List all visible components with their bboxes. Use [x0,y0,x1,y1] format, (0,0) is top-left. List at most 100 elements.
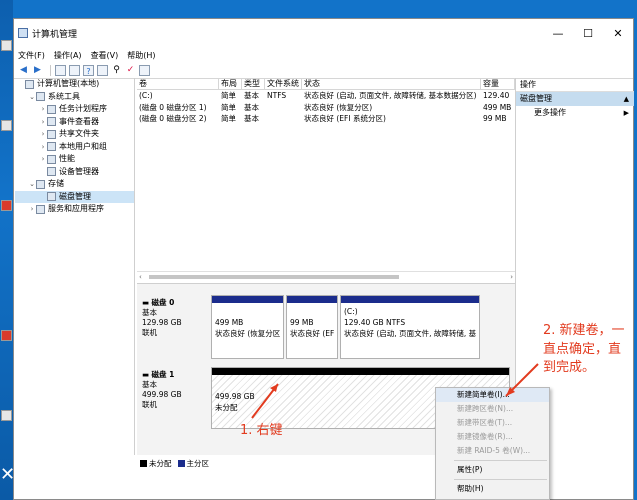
column-header-volume[interactable]: 卷 [137,78,219,89]
menu-help[interactable]: 帮助(H) [127,50,155,61]
disk0-name: 磁盘 0 [151,298,175,307]
help-icon[interactable]: ? [83,65,94,76]
column-header-layout[interactable]: 布局 [219,78,242,89]
annotation-step2-line2: 直点确定，直 [543,342,622,357]
actions-section-label: 磁盘管理 [520,94,552,103]
cell-filesystem [265,113,302,125]
tree-item[interactable]: › 服务和应用程序 [15,203,134,216]
cell-status: 状态良好 (恢复分区) [304,102,373,112]
tree-item[interactable]: 计算机管理(本地) [15,78,134,91]
scrollbar-thumb[interactable] [149,274,399,279]
tree-item[interactable]: › 任务计划程序 [15,103,134,116]
show-tree-icon[interactable] [69,65,80,76]
cell-filesystem: NTFS [267,91,287,100]
back-icon[interactable]: ◀ [18,65,29,76]
tree-node-icon [47,167,56,177]
expand-right-icon[interactable]: › [39,103,47,116]
properties-icon[interactable] [139,65,150,76]
folder-up-icon[interactable] [55,65,66,76]
disk1-name: 磁盘 1 [151,370,175,379]
cell-type: 基本 [244,114,259,123]
tree-item-label: 服务和应用程序 [48,204,104,213]
expand-down-icon[interactable]: ⌄ [28,178,36,191]
expand-right-icon[interactable]: › [39,141,47,154]
forward-icon[interactable]: ▶ [32,65,43,76]
table-row[interactable]: (磁盘 0 磁盘分区 2) 简单 基本 状态良好 (EFI 系统分区) 99 M… [137,113,515,125]
context-menu-item[interactable]: 新建简单卷(I)... [436,388,549,402]
disk0-partition-efi[interactable]: 99 MB 状态良好 (EF [286,295,338,359]
desktop-icon[interactable] [1,410,12,421]
tree-node-icon [47,117,56,127]
desktop-icon[interactable] [1,200,12,211]
tree-item[interactable]: › 共享文件夹 [15,128,134,141]
check-icon[interactable]: ✓ [125,65,136,76]
disk0-label[interactable]: ▬ 磁盘 0 基本 129.98 GB 联机 [142,298,212,338]
tree-item[interactable]: 设备管理器 [15,166,134,179]
expand-right-icon[interactable]: › [39,116,47,129]
cell-capacity: 499 MB [483,102,512,112]
column-header-type[interactable]: 类型 [242,78,265,89]
scroll-right-icon[interactable]: › [510,273,513,281]
collapse-icon[interactable]: ▲ [624,92,629,106]
app-icon [18,28,28,38]
table-row[interactable]: (磁盘 0 磁盘分区 1) 简单 基本 状态良好 (恢复分区) 499 MB [137,102,515,114]
column-header-status[interactable]: 状态 [302,78,481,89]
volume-list: 卷 布局 类型 文件系统 状态 容量 (C:) 简单 基本 NTFS 状态良好 … [137,78,515,271]
disk1-label[interactable]: ▬ 磁盘 1 基本 499.98 GB 联机 [142,370,212,410]
cell-capacity: 99 MB [483,114,507,123]
partition-label: (C:) [344,307,358,316]
cell-volume: (磁盘 0 磁盘分区 2) [139,114,207,123]
tree-item[interactable]: 磁盘管理 [15,190,134,203]
column-header-capacity[interactable]: 容量 [481,78,515,89]
horizontal-scrollbar[interactable]: ‹ › [137,271,515,281]
legend-primary: 主分区 [186,458,210,468]
disk0-type: 基本 [142,308,157,317]
disk0-partition-c[interactable]: (C:) 129.40 GB NTFS 状态良好 (启动, 页面文件, 故障转储… [340,295,480,359]
console-icon[interactable] [97,65,108,76]
menu-view[interactable]: 查看(V) [91,50,119,61]
desktop-icon[interactable] [1,40,12,51]
cell-volume: (C:) [139,91,153,100]
partition-status: 状态良好 (EF [290,329,335,338]
unallocated-bar [212,368,509,375]
tree-item[interactable]: › 本地用户和组 [15,141,134,154]
tree-item[interactable]: › 性能 [15,153,134,166]
navigation-tree: 计算机管理(本地) ⌄ 系统工具 › 任务计划程序 › 事件查看器 › 共享文件夹 › 本地用户和组… [15,78,135,455]
table-row[interactable]: (C:) 简单 基本 NTFS 状态良好 (启动, 页面文件, 故障转储, 基本… [137,90,515,102]
expand-down-icon[interactable]: ⌄ [28,91,36,104]
tree-item[interactable]: ⌄ 存储 [15,178,134,191]
context-menu-item[interactable]: 属性(P) [436,463,549,477]
expand-right-icon[interactable]: › [39,128,47,141]
cell-capacity: 129.40 [483,91,510,100]
context-menu-item[interactable]: 帮助(H) [436,482,549,496]
menu-action[interactable]: 操作(A) [54,50,82,61]
desktop-icon[interactable] [1,120,12,131]
expand-right-icon[interactable]: › [28,203,36,216]
expand-right-icon[interactable]: › [39,153,47,166]
tree-node-icon [47,192,56,202]
actions-section-disk-management[interactable]: 磁盘管理 ▲ [516,92,634,106]
cell-status: 状态良好 (EFI 系统分区) [304,114,386,123]
toolbar: ◀ ▶ ? ⚲ ✓ [14,63,633,79]
legend-unallocated: 未分配 [149,458,172,468]
cell-layout: 简单 [221,102,236,112]
desktop-icon[interactable] [1,330,12,341]
close-button[interactable]: ✕ [603,19,633,47]
context-menu-item: 新建 RAID-5 卷(W)... [457,446,531,455]
minimize-button[interactable]: — [543,19,573,47]
tree-item[interactable]: › 事件查看器 [15,116,134,129]
actions-more-item[interactable]: 更多操作 ▶ [516,106,634,120]
toolbar-separator [50,65,51,76]
column-header-filesystem[interactable]: 文件系统 [265,78,302,89]
maximize-button[interactable]: ☐ [573,19,603,47]
cell-filesystem [265,102,302,114]
menu-file[interactable]: 文件(F) [18,50,45,61]
scroll-left-icon[interactable]: ‹ [139,273,142,281]
tree-node-icon [47,142,56,152]
tree-node-icon [36,204,45,214]
disk0-partition-recovery[interactable]: 499 MB 状态良好 (恢复分区 [211,295,284,359]
tree-node-icon [47,104,56,114]
tree-item[interactable]: ⌄ 系统工具 [15,91,134,104]
disk1-status: 联机 [142,400,157,409]
connect-icon[interactable]: ⚲ [111,65,122,76]
